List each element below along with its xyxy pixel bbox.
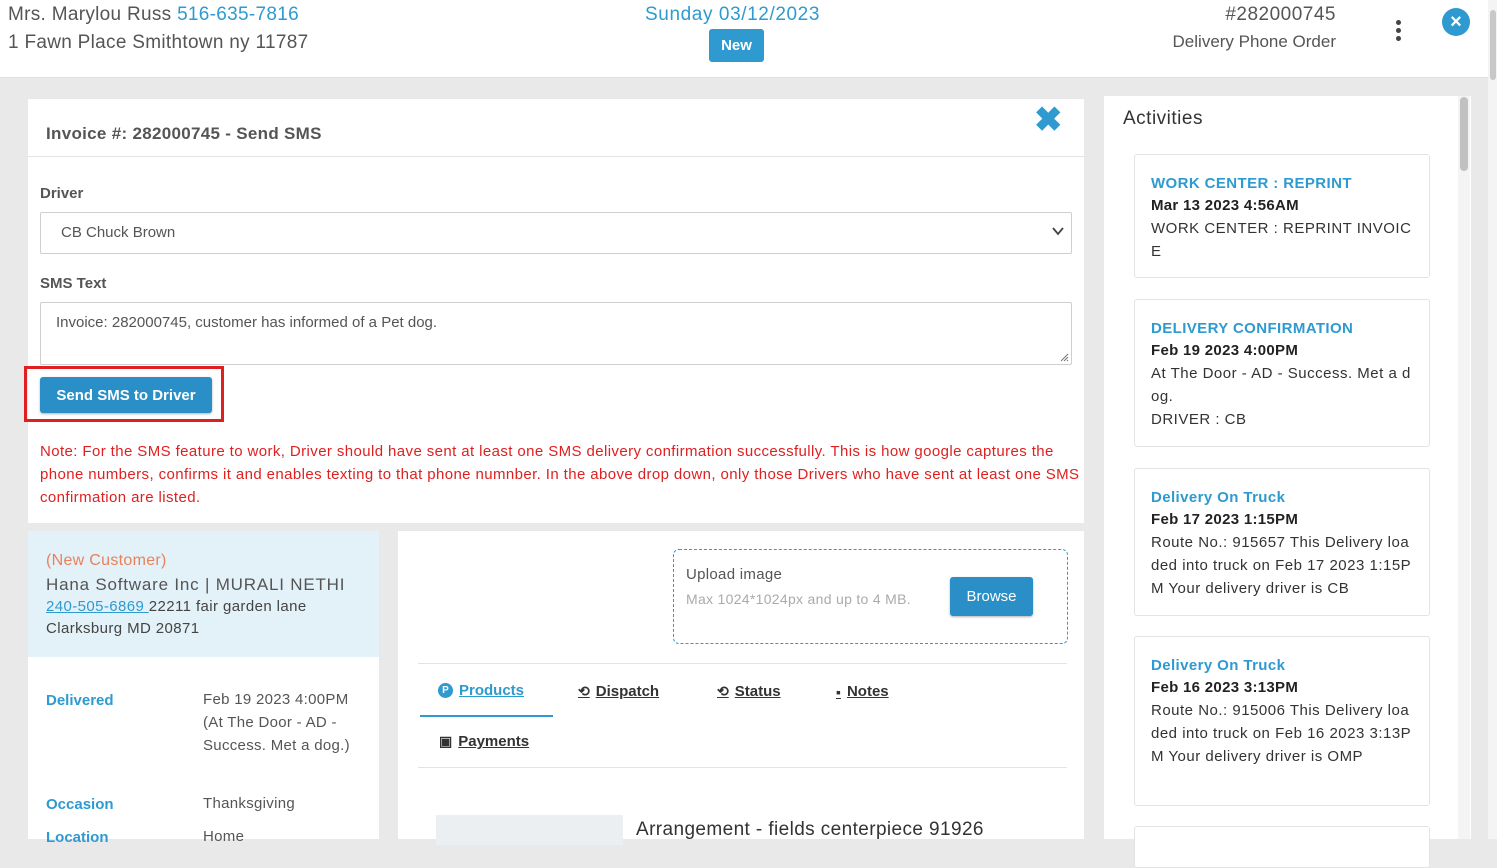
activity-item: Delivery On Truck Feb 17 2023 1:15PM Rou… [1134,468,1430,616]
tab-notes-label: Notes [846,683,889,700]
recipient-contact: 240-505-6869 22211 fair garden lane Clar… [46,596,376,640]
activity-item [1134,826,1430,868]
upload-title: Upload image [686,566,783,583]
tab-dispatch-label: Dispatch [595,683,660,700]
tab-status[interactable]: ⟲ Status [717,683,781,700]
activity-title: WORK CENTER : REPRINT [1151,175,1352,192]
sms-panel-title: Invoice #: 282000745 - Send SMS [46,124,322,143]
activity-time: Feb 19 2023 4:00PM [1151,342,1299,359]
history-icon: ⟲ [578,683,590,699]
activities-scrollbar[interactable] [1458,96,1470,839]
kebab-menu-icon[interactable] [1390,20,1406,44]
customer-name: Mrs. Marylou Russ [8,4,172,25]
activity-item: DELIVERY CONFIRMATION Feb 19 2023 4:00PM… [1134,299,1430,447]
activities-scrollbar-thumb[interactable] [1460,97,1468,171]
occasion-value: Thanksgiving [203,795,295,812]
sms-text-value: Invoice: 282000745, customer has informe… [56,314,438,331]
driver-select[interactable]: CB Chuck Brown [40,212,1072,254]
browse-button[interactable]: Browse [950,577,1033,616]
customer-name-line: Mrs. Marylou Russ 516-635-7816 [8,4,299,26]
order-detail-panel: Upload image Max 1024*1024px and up to 4… [398,531,1084,845]
divider [418,663,1067,664]
recipient-phone[interactable]: 240-505-6869 [46,598,149,615]
activity-title: Delivery On Truck [1151,489,1286,506]
close-x-icon[interactable]: ✖ [1034,103,1063,137]
delivered-value: Feb 19 2023 4:00PM (At The Door - AD - S… [203,691,350,754]
money-icon: ▣ [439,733,453,749]
activity-item: WORK CENTER : REPRINT Mar 13 2023 4:56AM… [1134,154,1430,278]
product-image [436,815,623,845]
history-icon: ⟲ [717,683,729,699]
chevron-down-icon [1052,227,1064,236]
sms-feature-note: Note: For the SMS feature to work, Drive… [40,443,1080,506]
activities-panel: Activities WORK CENTER : REPRINT Mar 13 … [1104,96,1471,868]
tab-products-label: Products [459,682,525,699]
resize-grip-icon[interactable] [1059,352,1069,362]
close-circle-icon[interactable]: × [1442,8,1470,36]
activity-body-line: DRIVER : CB [1151,411,1247,428]
driver-selected-value: CB Chuck Brown [61,224,176,241]
upload-image-dropzone[interactable]: Upload image Max 1024*1024px and up to 4… [673,549,1068,644]
note-icon: ▪ [836,683,841,700]
customer-phone[interactable]: 516-635-7816 [177,4,299,25]
active-tab-indicator [420,715,553,717]
sms-text-area[interactable]: Invoice: 282000745, customer has informe… [40,302,1072,365]
tab-payments[interactable]: ▣ Payments [439,733,529,750]
divider [418,767,1067,768]
tab-payments-label: Payments [458,733,530,750]
activity-body: Route No.: 915006 This Delivery loaded i… [1151,702,1412,765]
send-sms-panel: Invoice #: 282000745 - Send SMS ✖ Driver… [24,99,1084,523]
customer-address: 1 Fawn Place Smithtown ny 11787 [8,32,309,53]
occasion-label: Occasion [46,796,114,813]
activities-heading: Activities [1123,108,1203,129]
send-sms-button[interactable]: Send SMS to Driver [40,377,212,413]
product-title: Arrangement - fields centerpiece 91926 [636,819,984,840]
activity-item: Delivery On Truck Feb 16 2023 3:13PM Rou… [1134,636,1430,806]
products-p-icon: P [438,683,453,698]
tab-notes[interactable]: ▪ Notes [836,683,889,700]
driver-label: Driver [40,185,84,202]
location-label: Location [46,829,109,846]
activity-time: Feb 16 2023 3:13PM [1151,679,1299,696]
recipient-company: Hana Software Inc | MURALI NETHI [46,575,346,594]
order-date: Sunday 03/12/2023 [645,4,821,25]
activity-body-line: At The Door - AD - Success. Met a dog. [1151,365,1411,405]
order-header: Mrs. Marylou Russ 516-635-7816 1 Fawn Pl… [0,0,1488,78]
location-value: Home [203,828,245,845]
activity-time: Mar 13 2023 4:56AM [1151,197,1299,214]
tab-dispatch[interactable]: ⟲ Dispatch [578,683,659,700]
sms-panel-header: Invoice #: 282000745 - Send SMS ✖ [28,99,1084,157]
delivered-label: Delivered [46,692,114,709]
activity-title: Delivery On Truck [1151,657,1286,674]
page-scrollbar[interactable] [1488,0,1497,839]
activity-body: Route No.: 915657 This Delivery loaded i… [1151,534,1412,597]
activity-body: At The Door - AD - Success. Met a dog. D… [1151,362,1416,431]
activity-body: WORK CENTER : REPRINT INVOICE [1151,220,1412,260]
status-badge: New [709,29,764,62]
tab-products[interactable]: P Products [438,682,524,699]
page-scrollbar-thumb[interactable] [1490,10,1496,80]
sms-text-label: SMS Text [40,275,107,292]
recipient-card: (New Customer) Hana Software Inc | MURAL… [28,531,379,846]
tab-status-label: Status [734,683,781,700]
recipient-info: (New Customer) Hana Software Inc | MURAL… [28,531,379,657]
order-type: Delivery Phone Order [1172,32,1336,51]
new-customer-tag: (New Customer) [46,552,167,569]
order-number: #282000745 [1225,4,1336,25]
activity-time: Feb 17 2023 1:15PM [1151,511,1299,528]
upload-hint: Max 1024*1024px and up to 4 MB. [686,591,911,607]
activity-title: DELIVERY CONFIRMATION [1151,320,1354,337]
